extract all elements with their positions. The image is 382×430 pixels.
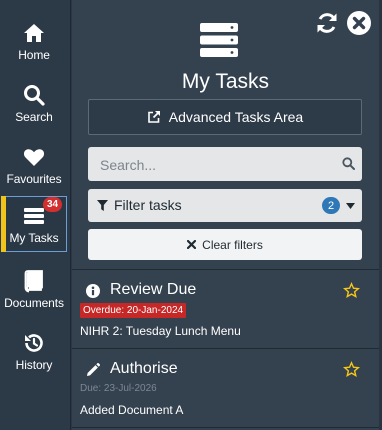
close-icon[interactable] xyxy=(346,10,372,36)
task-title: Authorise xyxy=(110,360,178,377)
sidebar-item-history[interactable]: History xyxy=(0,322,68,380)
sidebar-item-search[interactable]: Search xyxy=(0,74,68,132)
task-list-item[interactable]: Authorise Due: 23-Jul-2026 Added Documen… xyxy=(72,349,379,427)
history-icon xyxy=(25,333,43,352)
filter-count-badge: 2 xyxy=(322,197,340,214)
pencil-icon xyxy=(87,363,100,376)
clear-filters-label: Clear filters xyxy=(202,237,263,252)
sidebar-item-label: Documents xyxy=(4,295,64,310)
search-icon xyxy=(24,84,45,106)
star-icon[interactable] xyxy=(343,282,360,299)
star-icon[interactable] xyxy=(343,361,360,378)
sidebar-item-home[interactable]: Home xyxy=(0,12,68,70)
sidebar-item-label: History xyxy=(15,357,53,372)
close-icon xyxy=(187,240,197,249)
sidebar-item-label: Search xyxy=(15,109,53,124)
sidebar-item-label: Favourites xyxy=(6,171,62,186)
refresh-icon[interactable] xyxy=(314,10,340,36)
tasks-header-icon xyxy=(200,23,238,57)
advanced-tasks-area-button[interactable]: Advanced Tasks Area xyxy=(88,99,362,135)
external-link-icon xyxy=(147,110,160,123)
home-icon xyxy=(24,23,44,42)
search-input[interactable] xyxy=(98,147,337,183)
overdue-badge: Overdue: 20-Jan-2024 xyxy=(80,303,187,318)
due-date-label: Due: 23-Jul-2026 xyxy=(80,383,157,394)
task-search-box xyxy=(88,147,362,183)
sidebar-item-label: My Tasks xyxy=(9,230,59,245)
task-description: Added Document A xyxy=(80,403,184,417)
task-count-badge: 34 xyxy=(43,197,62,212)
task-list-item[interactable]: Review Due Overdue: 20-Jan-2024 NIHR 2: … xyxy=(72,270,379,348)
task-title: Review Due xyxy=(110,281,197,298)
task-description: NIHR 2: Tuesday Lunch Menu xyxy=(80,324,241,338)
sidebar-item-label: Home xyxy=(18,47,50,62)
heart-icon xyxy=(23,148,45,166)
chevron-down-icon xyxy=(346,203,355,209)
search-icon[interactable] xyxy=(342,157,355,170)
book-icon xyxy=(24,269,43,292)
sidebar-item-favourites[interactable]: Favourites xyxy=(0,136,68,194)
filter-tasks-label: Filter tasks xyxy=(114,197,182,213)
info-icon xyxy=(86,284,100,298)
page-title: My Tasks xyxy=(181,70,270,93)
sidebar-item-documents[interactable]: Documents xyxy=(0,260,68,318)
left-navigation-rail: Home Search Favourites 34 My Tasks Docum… xyxy=(0,0,71,430)
filter-tasks-dropdown[interactable]: Filter tasks 2 xyxy=(88,189,362,222)
divider xyxy=(72,427,379,428)
filter-funnel-icon xyxy=(97,200,108,211)
clear-filters-button[interactable]: Clear filters xyxy=(88,229,362,260)
tasks-icon xyxy=(24,207,44,224)
sidebar-item-my-tasks[interactable]: 34 My Tasks xyxy=(1,196,67,252)
my-tasks-panel: My Tasks Advanced Tasks Area Filter task… xyxy=(72,0,379,430)
advanced-tasks-label: Advanced Tasks Area xyxy=(168,109,304,125)
